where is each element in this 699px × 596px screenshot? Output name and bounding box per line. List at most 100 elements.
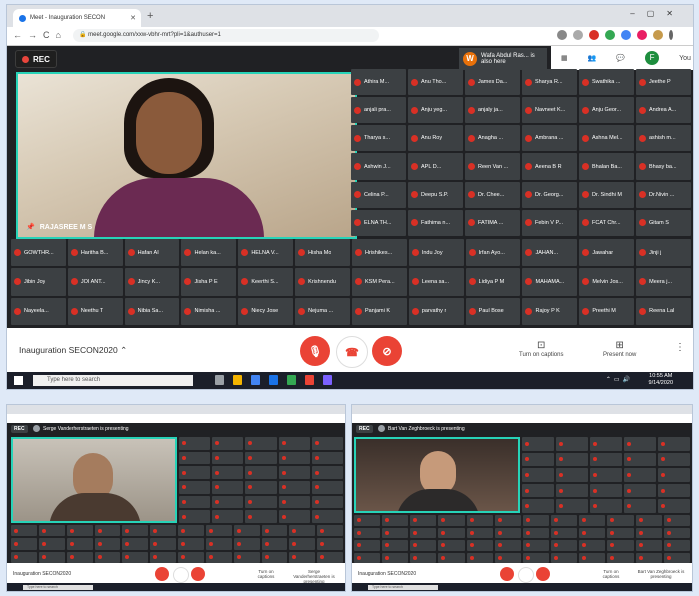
participant-tile[interactable]	[311, 466, 343, 479]
participant-tile[interactable]: Neethu T	[67, 297, 123, 325]
participant-tile[interactable]	[590, 468, 622, 482]
more-options-icon[interactable]: ⋮	[675, 342, 685, 353]
participant-tile[interactable]	[122, 538, 149, 550]
participant-tile[interactable]	[179, 481, 211, 494]
participant-tile[interactable]	[205, 551, 232, 563]
url-field[interactable]: 🔒 meet.google.com/xxw-vbhr-mrt?pli=1&aut…	[73, 29, 379, 42]
participant-tile[interactable]	[311, 495, 343, 509]
system-tray-icons[interactable]: ⌃▭🔊	[606, 376, 633, 383]
participant-tile[interactable]: APL D...	[408, 153, 463, 180]
participant-tile[interactable]	[278, 451, 310, 465]
participant-tile[interactable]	[607, 540, 634, 551]
participant-tile[interactable]: HELNA V...	[238, 239, 294, 267]
store-icon[interactable]	[251, 375, 260, 385]
participant-tile[interactable]	[607, 515, 634, 526]
participant-tile[interactable]: Jinji j	[636, 239, 691, 267]
participant-tile[interactable]	[66, 525, 93, 537]
participant-tile[interactable]	[556, 452, 588, 467]
participant-tile[interactable]: Jibin Joy	[11, 268, 66, 296]
participant-tile[interactable]	[663, 552, 690, 563]
presenter-video[interactable]	[11, 437, 177, 523]
participant-tile[interactable]	[466, 552, 493, 563]
participant-tile[interactable]	[522, 483, 554, 498]
participant-tile[interactable]	[278, 437, 310, 450]
participant-tile[interactable]	[624, 468, 656, 482]
participant-tile[interactable]	[179, 451, 211, 465]
participant-tile[interactable]: Navneet K...	[522, 97, 577, 124]
participant-tile[interactable]	[556, 483, 588, 498]
participant-tile[interactable]	[311, 437, 343, 450]
participant-tile[interactable]: Hrishikes...	[351, 239, 407, 267]
captions-button[interactable]: Turn on captions	[596, 569, 626, 579]
participant-tile[interactable]	[289, 525, 316, 537]
mail-icon[interactable]	[269, 375, 278, 385]
meeting-title[interactable]: Inauguration SECON2020	[13, 571, 71, 577]
layout-icon[interactable]: ▦	[561, 54, 568, 62]
participant-tile[interactable]: FATIMA ...	[465, 209, 520, 236]
participant-tile[interactable]	[317, 525, 343, 537]
participant-tile[interactable]	[150, 525, 176, 537]
participant-tile[interactable]: anjali pra...	[351, 97, 406, 124]
participant-tile[interactable]	[94, 525, 121, 537]
participant-tile[interactable]	[354, 515, 381, 526]
participant-tile[interactable]	[663, 540, 690, 551]
participant-tile[interactable]: Irfan Ayo...	[465, 239, 521, 267]
participant-tile[interactable]: Anju yeg...	[408, 97, 463, 124]
participant-tile[interactable]: Reena Lal	[636, 297, 691, 325]
presenter-video[interactable]: 📌 RAJASREE M S	[16, 72, 357, 239]
participant-tile[interactable]: Dr.Nivin ...	[636, 181, 691, 208]
star-icon[interactable]	[573, 30, 583, 40]
participant-tile[interactable]	[179, 437, 211, 450]
mic-toggle-button[interactable]: 🎙	[300, 336, 330, 366]
participant-tile[interactable]	[494, 540, 521, 551]
participant-tile[interactable]	[278, 481, 310, 494]
participant-tile[interactable]	[590, 437, 622, 451]
participant-tile[interactable]: Haritha B...	[67, 239, 123, 267]
participant-tile[interactable]: Rajoy P K	[522, 297, 578, 325]
windows-start-icon[interactable]	[14, 376, 23, 385]
participant-tile[interactable]	[607, 527, 634, 538]
participant-tile[interactable]: Lidiya P M	[465, 268, 521, 296]
participant-tile[interactable]	[579, 527, 606, 538]
app2-icon[interactable]	[323, 375, 332, 385]
participant-tile[interactable]	[245, 466, 277, 479]
participant-tile[interactable]	[212, 437, 244, 450]
participant-tile[interactable]: Nimisha ...	[181, 297, 237, 325]
participant-tile[interactable]	[317, 551, 343, 563]
mic-toggle-button[interactable]	[500, 567, 514, 581]
participant-tile[interactable]: Bhalan Ba...	[579, 153, 634, 180]
camera-toggle-button[interactable]: ⊘	[372, 336, 402, 366]
participant-tile[interactable]: anjaly ja...	[465, 97, 520, 124]
participant-tile[interactable]: Fathima n...	[408, 209, 463, 236]
participant-tile[interactable]	[658, 468, 690, 482]
participant-tile[interactable]: Dr. Georg...	[522, 181, 577, 208]
participant-tile[interactable]: Andrea A...	[636, 97, 691, 124]
participant-tile[interactable]	[624, 437, 656, 451]
participant-tile[interactable]: FCAT Chr...	[579, 209, 634, 236]
participant-tile[interactable]	[233, 525, 260, 537]
participant-tile[interactable]	[311, 510, 343, 523]
participant-tile[interactable]: Nejuma ...	[295, 297, 350, 325]
participant-tile[interactable]: Febin V P...	[522, 209, 577, 236]
participant-tile[interactable]	[410, 515, 437, 526]
participant-tile[interactable]	[635, 527, 662, 538]
participant-tile[interactable]	[635, 540, 662, 551]
file-explorer-icon[interactable]	[233, 375, 242, 385]
participant-tile[interactable]	[289, 538, 316, 550]
mic-toggle-button[interactable]	[155, 567, 169, 581]
participant-tile[interactable]	[438, 527, 465, 538]
participant-tile[interactable]	[245, 510, 277, 523]
participant-tile[interactable]: Dr. Sindhi M	[579, 181, 634, 208]
close-tab-icon[interactable]: ✕	[130, 14, 136, 22]
participant-tile[interactable]	[11, 525, 37, 537]
participant-tile[interactable]	[289, 551, 316, 563]
participant-tile[interactable]	[658, 483, 690, 498]
participant-tile[interactable]: Nibia Sa...	[124, 297, 180, 325]
participant-tile[interactable]	[466, 540, 493, 551]
participant-tile[interactable]	[607, 552, 634, 563]
participant-tile[interactable]: Meera j...	[636, 268, 691, 296]
participant-tile[interactable]	[245, 451, 277, 465]
participant-tile[interactable]	[551, 540, 578, 551]
participant-tile[interactable]	[551, 515, 578, 526]
participant-tile[interactable]: James Da...	[465, 69, 520, 96]
